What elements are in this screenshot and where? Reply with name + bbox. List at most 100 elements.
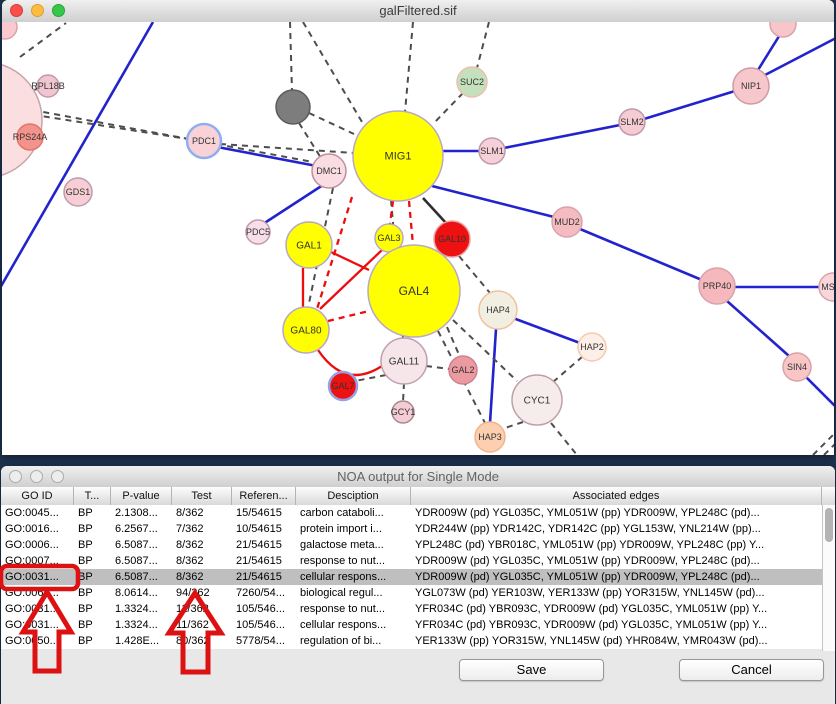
edge-gray [551, 423, 577, 455]
edge-blue [758, 33, 781, 70]
table-row[interactable]: GO:0031...BP1.3324...11/362105/546...cel… [1, 617, 822, 633]
cell: GO:0031... [1, 601, 74, 617]
cell: GO:0065... [1, 585, 74, 601]
node-label: PRP40 [703, 281, 732, 291]
node-label: NIP1 [741, 81, 761, 91]
cell: 5778/54... [232, 633, 296, 649]
edge-blue [580, 229, 702, 280]
cell: 6.5087... [111, 569, 172, 585]
cell: regulation of bi... [296, 633, 411, 649]
edge-black [423, 198, 446, 223]
node-label: HAP4 [486, 305, 510, 315]
edge-red [331, 252, 369, 270]
cell: GO:0016... [1, 521, 74, 537]
cell: 11/362 [172, 601, 232, 617]
cell: 1.3324... [111, 601, 172, 617]
cell: 6.5087... [111, 553, 172, 569]
table-row[interactable]: GO:0006...BP6.5087...8/36221/54615galact… [1, 537, 822, 553]
edge-blue [504, 125, 620, 148]
node-gray-node[interactable] [276, 90, 310, 124]
node-label: GCY1 [391, 407, 416, 417]
cell: 8/362 [172, 553, 232, 569]
edge-gray [403, 383, 404, 402]
node-label: SUC2 [460, 77, 484, 87]
cell: 8.0614... [111, 585, 172, 601]
node-big-left[interactable] [2, 62, 42, 178]
cell: cellular respons... [296, 617, 411, 633]
network-window-title: galFiltered.sif [2, 3, 834, 18]
table-row[interactable]: GO:0031...BP6.5087...8/36221/54615cellul… [1, 569, 822, 585]
node-label: GAL3 [377, 233, 400, 243]
edge-reddash [409, 201, 413, 245]
column-header-test[interactable]: Test [172, 487, 232, 505]
cell: GO:0045... [1, 505, 74, 521]
cell: 11/362 [172, 617, 232, 633]
noa-window: NOA output for Single Mode GO IDT...P-va… [1, 466, 835, 704]
scrollbar-thumb[interactable] [825, 508, 833, 542]
table-row[interactable]: GO:0050...BP1.428E...80/3625778/54...reg… [1, 633, 822, 649]
edge-blue [212, 146, 322, 167]
noa-window-title: NOA output for Single Mode [1, 469, 835, 484]
edge-gray [813, 432, 834, 455]
cell: BP [74, 521, 111, 537]
edge-gray [553, 357, 582, 382]
cell: 2.1308... [111, 505, 172, 521]
cell: YGL073W (pd) YER103W, YER133W (pp) YOR31… [411, 585, 822, 601]
table-row[interactable]: GO:0065...BP8.0614...94/3627260/54...bio… [1, 585, 822, 601]
save-button[interactable]: Save [459, 659, 604, 681]
node-label: RPS24A [13, 132, 48, 142]
column-header-pvalue[interactable]: P-value [111, 487, 172, 505]
node-label: GAL7 [331, 381, 354, 391]
cell: GO:0007... [1, 553, 74, 569]
cell: 105/546... [232, 601, 296, 617]
edge-gray [290, 22, 292, 91]
cancel-button[interactable]: Cancel [679, 659, 824, 681]
node-label: GAL1 [296, 240, 322, 251]
edge-gray [824, 443, 834, 455]
cell: protein import i... [296, 521, 411, 537]
column-header-desciption[interactable]: Desciption [296, 487, 411, 505]
table-body: GO:0045...BP2.1308...8/36215/54615carbon… [1, 505, 822, 649]
cell: 80/362 [172, 633, 232, 649]
vertical-scrollbar[interactable] [822, 505, 835, 651]
cell: 8/362 [172, 569, 232, 585]
cell: BP [74, 585, 111, 601]
column-header-referen[interactable]: Referen... [232, 487, 296, 505]
cell: 21/54615 [232, 537, 296, 553]
edge-blue [513, 318, 580, 343]
cell: 6.2567... [111, 521, 172, 537]
cell: BP [74, 569, 111, 585]
node-top-right[interactable] [770, 22, 796, 37]
table-row[interactable]: GO:0031...BP1.3324...11/362105/546...res… [1, 601, 822, 617]
column-header-goid[interactable]: GO ID [1, 487, 74, 505]
node-label: RPL18B [31, 81, 65, 91]
table-row[interactable]: GO:0007...BP6.5087...8/36221/54615respon… [1, 553, 822, 569]
node-label: SLM2 [620, 117, 644, 127]
node-label: GAL2 [451, 365, 474, 375]
node-label: HAP2 [580, 342, 604, 352]
node-corner[interactable] [2, 22, 17, 39]
cell: BP [74, 505, 111, 521]
column-header-t[interactable]: T... [74, 487, 111, 505]
network-canvas[interactable]: RPL18BRPS24AGDS1PDC1DMC1MIG1SUC2SLM1SLM2… [2, 22, 834, 455]
cell: 21/54615 [232, 553, 296, 569]
desktop: { "network_window": { "title": "galFilte… [0, 0, 836, 704]
edge-gray [2, 104, 313, 162]
column-header-associatededges[interactable]: Associated edges [411, 487, 822, 505]
cell: 7260/54... [232, 585, 296, 601]
edge-red [318, 350, 382, 375]
cell: 8/362 [172, 537, 232, 553]
table-row[interactable]: GO:0016...BP6.2567...7/36210/54615protei… [1, 521, 822, 537]
network-window-titlebar: galFiltered.sif [2, 0, 834, 23]
cell: biological regul... [296, 585, 411, 601]
edge-gray [459, 256, 490, 293]
node-label: MIG1 [385, 151, 412, 163]
table-row[interactable]: GO:0045...BP2.1308...8/36215/54615carbon… [1, 505, 822, 521]
edge-reddash [328, 311, 369, 321]
cell: 8/362 [172, 505, 232, 521]
cell: YFR034C (pd) YBR093C, YDR009W (pd) YGL03… [411, 601, 822, 617]
node-label: PDC1 [192, 136, 216, 146]
node-label: GAL10 [438, 234, 466, 244]
node-label: GAL4 [399, 284, 430, 298]
edge-gray [309, 113, 354, 134]
